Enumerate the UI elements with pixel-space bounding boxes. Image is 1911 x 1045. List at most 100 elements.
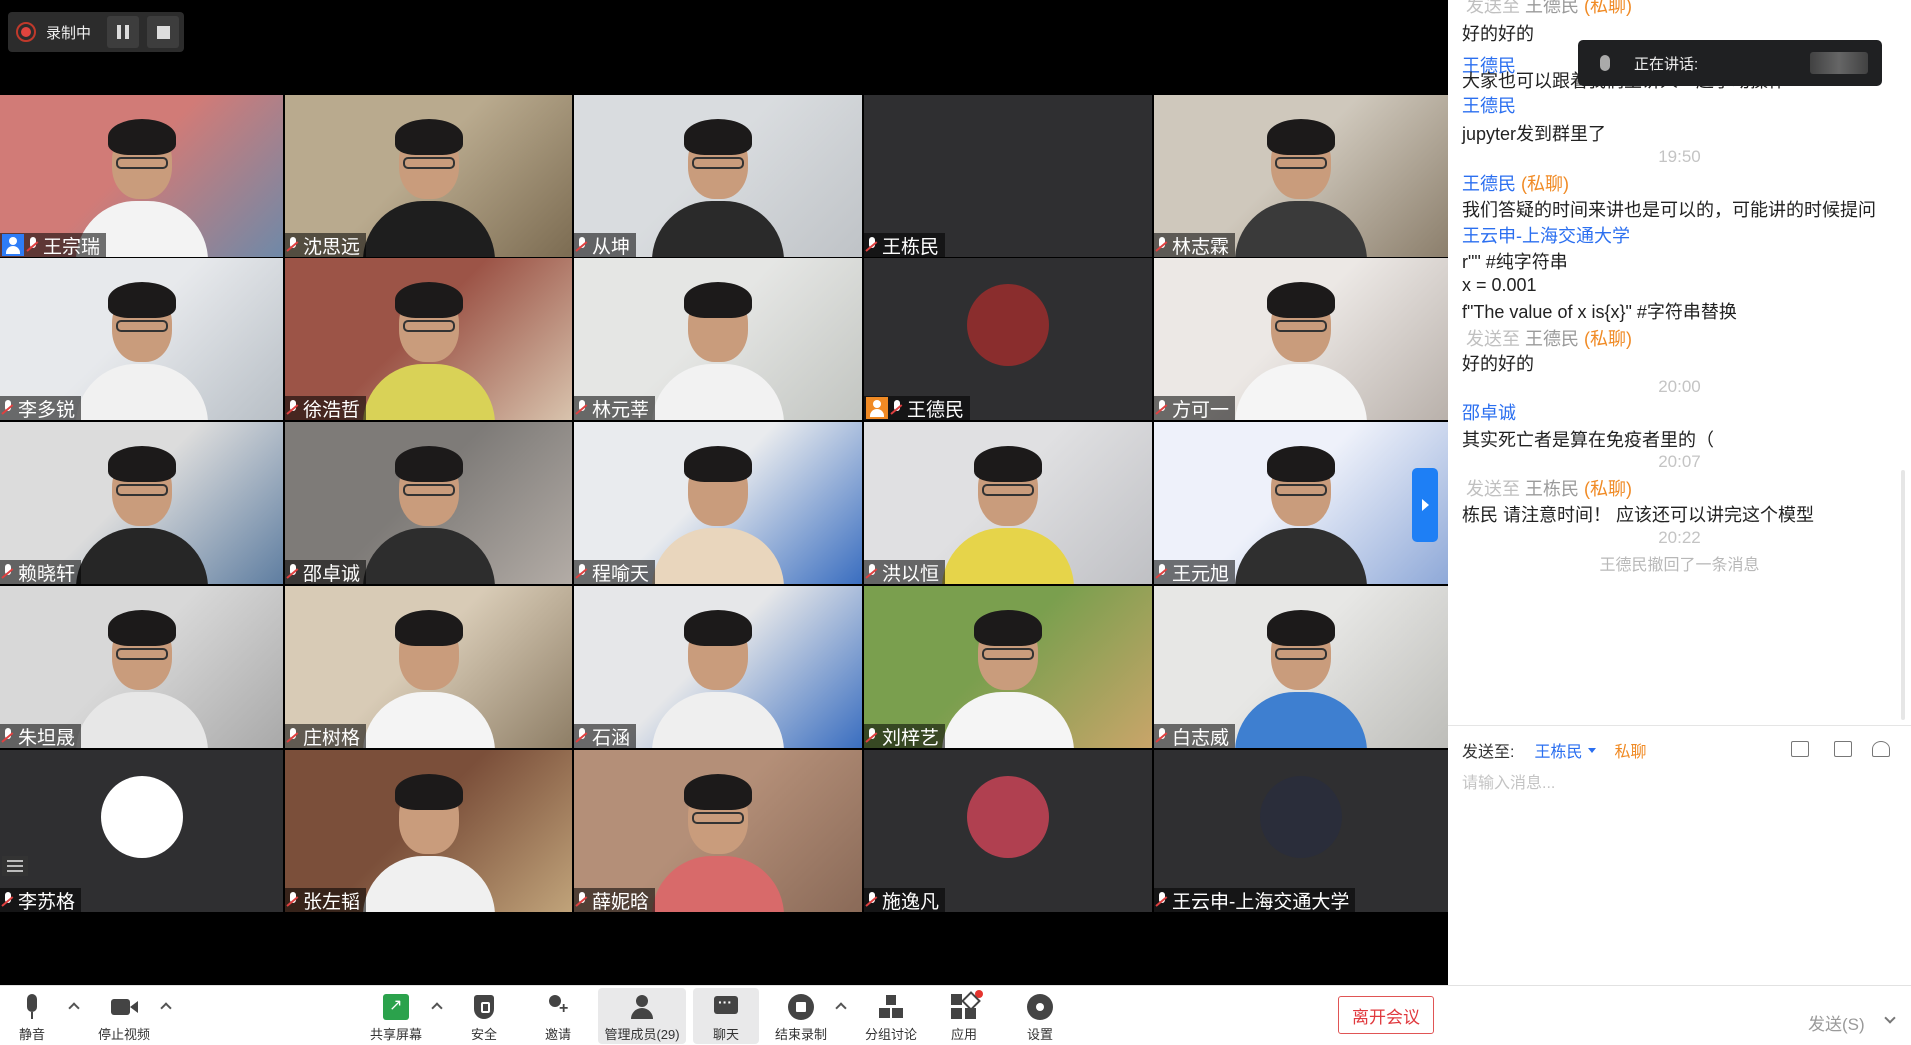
invite-button[interactable]: 邀请	[536, 988, 580, 1044]
video-tile[interactable]: 方可一	[1154, 258, 1448, 420]
video-tile[interactable]: 庄树格	[285, 586, 572, 748]
chat-message-list[interactable]: 发送至 王德民 (私聊)好的好的王德民大家也可以跟着我们主讲人一起手动操作王德民…	[1448, 0, 1911, 725]
chat-input[interactable]	[1462, 770, 1892, 798]
video-tile[interactable]: 白志威	[1154, 586, 1448, 748]
send-to-recipient[interactable]: 王栋民	[1534, 738, 1582, 762]
leave-meeting-button[interactable]: 离开会议	[1338, 996, 1434, 1034]
video-tile[interactable]: 赖晓轩	[0, 422, 283, 584]
system-notice: 王德民撤回了一条消息	[1599, 557, 1760, 574]
participant-name: 施逸凡	[882, 891, 940, 913]
send-button[interactable]: 发送(S)	[1808, 1010, 1865, 1035]
security-button[interactable]: 安全	[462, 988, 506, 1044]
video-options-chevron-icon[interactable]	[160, 1002, 172, 1014]
participant-figure	[362, 444, 495, 584]
security-label: 安全	[470, 1027, 497, 1042]
video-tile[interactable]: 程喻天	[574, 422, 862, 584]
chat-label: 聊天	[712, 1027, 739, 1042]
participant-name-tag: 王元旭	[1154, 560, 1236, 584]
avatar	[100, 776, 183, 858]
chat-message-text: r"" #纯字符串	[1462, 252, 1568, 272]
video-tile[interactable]: 王栋民	[864, 95, 1152, 257]
apps-button[interactable]: 应用	[944, 988, 984, 1044]
pause-recording-button[interactable]	[107, 16, 140, 48]
video-tile[interactable]: 邵卓诚	[285, 422, 572, 584]
participant-figure	[652, 280, 784, 420]
participant-name: 庄树格	[303, 727, 361, 749]
participant-name-tag: 从坤	[574, 233, 637, 257]
file-icon[interactable]	[1791, 741, 1809, 757]
send-options-chevron-icon[interactable]	[1884, 1012, 1896, 1024]
sent-to-header: 发送至 王德民 (私聊)	[1466, 325, 1632, 351]
chat-button[interactable]: 聊天	[693, 988, 759, 1044]
chat-timestamp: 19:50	[1658, 147, 1701, 166]
video-tile[interactable]: 李苏格	[0, 750, 283, 912]
participant-figure	[362, 117, 495, 257]
video-tile[interactable]: 薛妮晗	[574, 750, 862, 912]
video-tile[interactable]: 张左韬	[285, 750, 572, 912]
participant-name-tag: 方可一	[1154, 396, 1236, 420]
recipient-dropdown-icon[interactable]	[1588, 747, 1597, 753]
video-tile[interactable]: 王元旭	[1154, 422, 1448, 584]
invite-label: 邀请	[544, 1027, 571, 1042]
participants-button[interactable]: 管理成员(29)	[598, 988, 686, 1044]
video-tile[interactable]: 刘梓艺	[864, 586, 1152, 748]
participant-figure	[1235, 444, 1367, 584]
sent-to-header: 发送至 王栋民 (私聊)	[1466, 475, 1632, 501]
end-recording-button[interactable]: 结束录制	[770, 988, 832, 1044]
audio-options-chevron-icon[interactable]	[68, 1002, 80, 1014]
user-options-icon[interactable]	[1872, 741, 1890, 757]
participant-figure	[1235, 608, 1367, 748]
participant-name-tag: 邵卓诚	[285, 560, 367, 584]
video-tile[interactable]: 施逸凡	[864, 750, 1152, 912]
participant-name: 白志威	[1172, 727, 1230, 749]
share-screen-button[interactable]: 共享屏幕	[364, 988, 428, 1044]
participant-name-tag: 王栋民	[864, 233, 946, 258]
video-tile[interactable]: 王宗瑞	[0, 95, 283, 257]
participant-figure	[652, 117, 784, 257]
breakout-rooms-button[interactable]: 分组讨论	[860, 988, 922, 1044]
video-tile[interactable]: 从坤	[574, 95, 862, 257]
participant-name-tag: 王云申-上海交通大学	[1154, 888, 1356, 912]
video-tile[interactable]: 沈思远	[285, 95, 572, 257]
share-screen-icon	[383, 994, 409, 1020]
muted-mic-icon	[866, 237, 878, 253]
muted-mic-icon	[2, 564, 14, 580]
video-tile[interactable]: 洪以恒	[864, 422, 1152, 584]
settings-button[interactable]: 设置	[1020, 988, 1060, 1044]
participant-name-tag: 王德民	[864, 396, 971, 420]
avatar	[967, 284, 1049, 366]
stop-video-button[interactable]: 停止视频	[92, 988, 156, 1044]
video-tile[interactable]: 林志霖	[1154, 95, 1448, 257]
gear-icon	[1027, 994, 1053, 1020]
chat-divider	[1448, 725, 1911, 726]
video-tile[interactable]: 徐浩哲	[285, 258, 572, 420]
participant-name: 张左韬	[303, 891, 361, 913]
participants-label: 管理成员(29)	[604, 1027, 680, 1042]
stop-recording-button[interactable]	[147, 16, 180, 48]
participant-name: 王宗瑞	[43, 236, 101, 258]
end-recording-label: 结束录制	[774, 1027, 827, 1042]
expand-arrow-icon[interactable]	[1412, 468, 1438, 542]
participant-name: 王栋民	[882, 236, 940, 258]
video-tile[interactable]: 李多锐	[0, 258, 283, 420]
invite-icon	[545, 994, 571, 1020]
screenshot-icon[interactable]	[1834, 741, 1852, 757]
mute-button[interactable]: 静音	[12, 988, 52, 1044]
video-tile[interactable]: 王云申-上海交通大学	[1154, 750, 1448, 912]
participant-figure	[942, 444, 1074, 584]
participant-name-tag: 徐浩哲	[285, 396, 367, 420]
video-tile[interactable]: 石涵	[574, 586, 862, 748]
video-tile[interactable]: 朱坦晟	[0, 586, 283, 748]
list-icon[interactable]	[2, 856, 28, 876]
share-options-chevron-icon[interactable]	[431, 1002, 443, 1014]
chat-timestamp: 20:00	[1658, 377, 1701, 396]
participant-name: 赖晓轩	[18, 563, 76, 585]
record-options-chevron-icon[interactable]	[835, 1002, 847, 1014]
video-tile[interactable]: 王德民	[864, 258, 1152, 420]
muted-mic-icon	[866, 728, 878, 744]
participant-name-tag: 林志霖	[1154, 233, 1236, 257]
chat-scrollbar[interactable]	[1901, 470, 1905, 720]
chat-message-text: 好的好的	[1462, 354, 1534, 374]
video-tile[interactable]: 林元莘	[574, 258, 862, 420]
apps-icon	[951, 990, 983, 1020]
